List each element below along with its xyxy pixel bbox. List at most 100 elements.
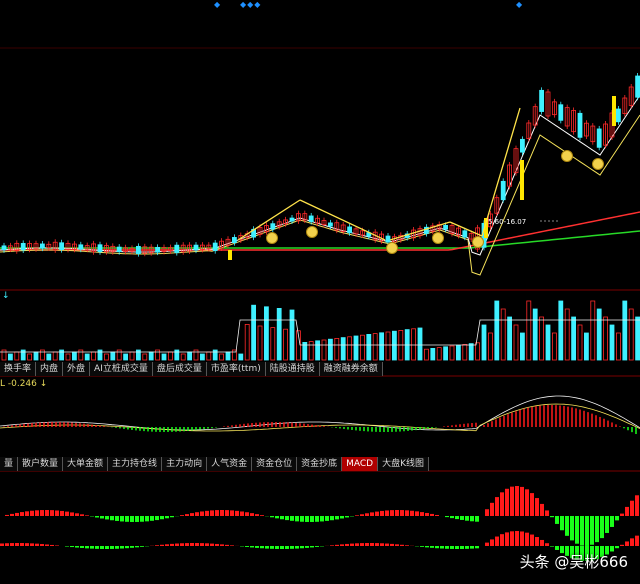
indicator-tab-7[interactable]: 资金抄底 — [297, 457, 343, 471]
histogram-bar — [75, 546, 79, 548]
volume-tab-7[interactable]: 融资融券余额 — [319, 362, 383, 376]
volume-bar — [494, 300, 500, 361]
histogram-bar — [260, 546, 264, 549]
histogram-bar — [80, 546, 84, 548]
candle-body — [20, 243, 26, 251]
candle-body — [270, 223, 276, 230]
histogram-bar — [165, 516, 169, 519]
indicator-tab-8[interactable]: MACD — [342, 457, 379, 471]
histogram-bar — [625, 541, 629, 546]
histogram-bar — [520, 486, 524, 516]
volume-bar — [340, 337, 346, 361]
histogram-bar — [495, 497, 499, 516]
histogram-bar — [70, 546, 74, 548]
histogram-bar — [625, 506, 629, 516]
histogram-bar — [525, 489, 529, 516]
volume-bar — [526, 300, 532, 361]
candle-body — [558, 104, 564, 121]
histogram-bar — [630, 538, 634, 546]
volume-tab-3[interactable]: AI立桩成交量 — [90, 362, 153, 376]
histogram-bar — [520, 531, 524, 546]
indicator-tab-3[interactable]: 主力持仓线 — [108, 457, 163, 471]
volume-bar — [571, 316, 576, 361]
smiley-icon — [561, 150, 573, 162]
histogram-bar — [130, 546, 134, 548]
histogram-bar — [165, 544, 169, 546]
histogram-bar — [355, 515, 359, 516]
histogram-bar — [180, 543, 184, 546]
histogram-bar — [335, 544, 339, 546]
histogram-bar — [310, 546, 314, 548]
highlight-candle — [520, 160, 524, 200]
histogram-bar — [195, 512, 199, 516]
histogram-bar — [550, 516, 554, 518]
volume-bar — [385, 331, 391, 361]
histogram-bar — [485, 509, 489, 516]
histogram-bar — [170, 516, 174, 518]
candle-body — [347, 226, 353, 234]
volume-bar — [206, 351, 212, 361]
volume-tab-1[interactable]: 内盘 — [36, 362, 64, 376]
histogram-bar — [380, 510, 384, 516]
candle-body — [135, 245, 141, 254]
histogram-bar — [35, 543, 39, 546]
candle-body — [443, 224, 449, 230]
indicator-tab-2[interactable]: 大单金额 — [63, 457, 109, 471]
histogram-bar — [340, 516, 344, 519]
volume-bar — [487, 332, 493, 361]
indicator-tab-1[interactable]: 散户数量 — [18, 457, 64, 471]
candle-body — [462, 230, 468, 238]
histogram-bar — [545, 543, 549, 546]
histogram-bar — [485, 542, 489, 546]
indicator-tab-9[interactable]: 大盘K线图 — [378, 457, 430, 471]
histogram-bar — [290, 546, 294, 549]
histogram-bar — [580, 516, 584, 546]
candle-body — [539, 89, 544, 112]
volume-bar — [263, 306, 269, 361]
histogram-bar — [5, 514, 9, 516]
indicator-tab-4[interactable]: 主力动向 — [162, 457, 208, 471]
volume-bar — [59, 349, 64, 361]
histogram-bar — [425, 512, 429, 516]
histogram-bar — [205, 510, 209, 516]
volume-tab-5[interactable]: 市盈率(ttm) — [206, 362, 266, 376]
histogram-bar — [50, 544, 54, 546]
volume-bar — [532, 308, 538, 361]
volume-tab-2[interactable]: 外盘 — [63, 362, 91, 376]
histogram-bar — [540, 539, 544, 546]
volume-tab-6[interactable]: 陆股通持股 — [265, 362, 320, 376]
indicator-tab-0[interactable]: 量 — [0, 457, 19, 471]
histogram-bar — [465, 546, 469, 549]
indicator-tab-5[interactable]: 人气资金 — [207, 457, 253, 471]
volume-bar — [155, 349, 161, 361]
volume-bar — [20, 349, 26, 361]
histogram-bar — [250, 513, 254, 516]
histogram-bar — [530, 534, 534, 546]
histogram-bar — [475, 516, 479, 522]
volume-tab-0[interactable]: 换手率 — [0, 362, 37, 376]
histogram-bar — [255, 514, 259, 516]
histogram-bar — [355, 543, 359, 546]
candle-body — [193, 244, 199, 251]
histogram-bar — [40, 510, 44, 516]
volume-bar — [411, 328, 417, 361]
volume-bar — [545, 324, 551, 361]
histogram-bar — [135, 516, 139, 522]
histogram-bar — [535, 537, 539, 546]
histogram-bar — [345, 543, 349, 546]
candle-body — [40, 243, 45, 249]
volume-bar — [180, 353, 186, 361]
histogram-bar — [5, 543, 9, 546]
histogram-bar — [220, 510, 224, 516]
volume-tab-4[interactable]: 盘后成交量 — [152, 362, 207, 376]
histogram-bar — [15, 543, 19, 546]
histogram-bar — [380, 543, 384, 546]
histogram-bar — [505, 488, 509, 516]
volume-bar — [628, 308, 634, 361]
histogram-bar — [300, 516, 304, 522]
indicator-tab-6[interactable]: 资金仓位 — [252, 457, 298, 471]
histogram-bar — [395, 544, 399, 546]
volume-bar — [455, 344, 461, 361]
histogram-bar — [370, 512, 374, 516]
volume-bar — [219, 353, 225, 361]
